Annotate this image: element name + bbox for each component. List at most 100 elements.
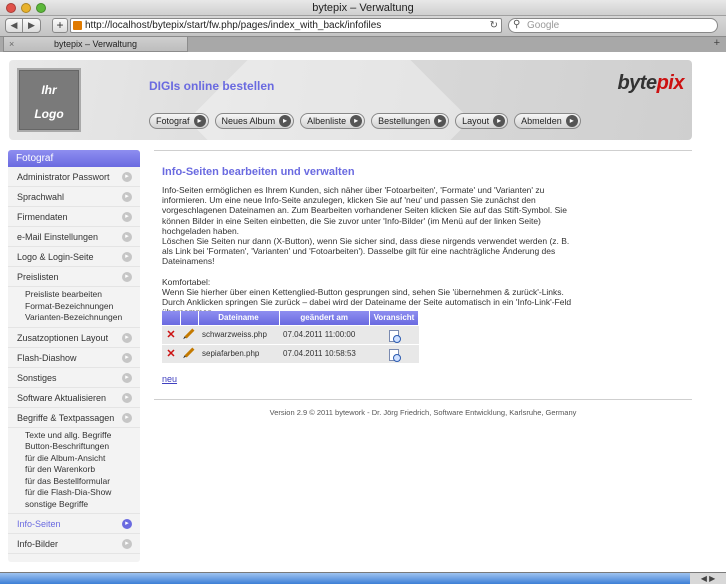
brand-text-b: pix <box>656 72 685 94</box>
delete-icon[interactable]: ✕ <box>166 329 175 341</box>
menu-button-neues-album[interactable]: Neues Album <box>214 113 295 129</box>
sidebar-item-label: Zusatzoptionen Layout <box>17 332 109 343</box>
sidebar-item-4[interactable]: Logo & Login-Seite ▸ <box>8 247 140 267</box>
sidebar-item-2[interactable]: Firmendaten ▸ <box>8 207 140 227</box>
minimize-window-button[interactable] <box>21 3 31 13</box>
preview-cell <box>369 343 419 363</box>
sidebar-item-7[interactable]: Flash-Diashow ▸ <box>8 348 140 368</box>
sidebar-item-1[interactable]: Sprachwahl ▸ <box>8 187 140 207</box>
menu-button-layout[interactable]: Layout <box>455 113 509 129</box>
browser-toolbar: ◀ ▶ + http://localhost/bytepix/start/fw.… <box>0 16 726 36</box>
menu-button-albenliste[interactable]: Albenliste <box>300 113 366 129</box>
arrow-right-icon: ▸ <box>122 519 132 529</box>
menu-button-bestellungen[interactable]: Bestellungen <box>371 113 450 129</box>
logo-line1: Ihr <box>41 83 57 97</box>
sidebar-item-5[interactable]: Preislisten ▸ <box>8 267 140 287</box>
pencil-icon[interactable] <box>184 347 194 358</box>
site-header: Ihr Logo DIGIs online bestellen bytepix … <box>9 60 692 140</box>
bottom-divider <box>154 399 692 400</box>
sidebar-item-12[interactable]: Info-Bilder ▸ <box>8 534 140 554</box>
sidebar-item-label: e-Mail Einstellungen <box>17 232 99 242</box>
sidebar-subitems[interactable]: Texte und allg. Begriffe Button-Beschrif… <box>8 428 140 514</box>
edit-cell <box>180 324 198 344</box>
table-row: ✕ schwarzweiss.php 07.04.2011 11:00:00 <box>162 324 419 344</box>
sidebar-items: Administrator Passwort ▸ Sprachwahl ▸ Firmen… <box>8 167 140 554</box>
page-content: Ihr Logo DIGIs online bestellen bytepix … <box>0 52 726 572</box>
edit-cell <box>180 343 198 363</box>
sidebar-item-label: Firmendaten <box>17 212 68 222</box>
filename-cell: sepiafarben.php <box>198 343 280 363</box>
table-row: ✕ sepiafarben.php 07.04.2011 10:58:53 <box>162 343 419 363</box>
arrow-right-icon: ▸ <box>122 172 132 182</box>
date-cell: 07.04.2011 10:58:53 <box>279 343 370 363</box>
add-bookmark-button[interactable]: + <box>52 18 68 33</box>
arrow-right-icon: ▸ <box>122 232 132 242</box>
browser-tab[interactable]: × bytepix – Verwaltung <box>3 37 188 52</box>
table-header-cell: Voransicht <box>369 311 420 325</box>
sidebar-subitems[interactable]: Preisliste bearbeiten Format-Bezeichnung… <box>8 287 140 328</box>
pencil-icon[interactable] <box>184 328 194 339</box>
search-placeholder: Google <box>527 20 560 31</box>
table-header-cell: Dateiname <box>198 311 280 325</box>
sidebar: Fotograf Administrator Passwort ▸ Sprachwa… <box>8 150 140 562</box>
arrow-right-icon: ▸ <box>122 252 132 262</box>
tab-close-icon[interactable]: × <box>9 37 14 51</box>
arrow-right-icon: ▸ <box>122 539 132 549</box>
arrow-right-icon: ▸ <box>122 212 132 222</box>
delete-cell: ✕ <box>162 343 180 363</box>
tab-title: bytepix – Verwaltung <box>53 39 138 49</box>
arrow-right-icon: ▸ <box>122 352 132 363</box>
logo-line2: Logo <box>34 107 64 121</box>
sidebar-item-label: Preislisten <box>17 272 59 282</box>
status-bar-controls[interactable]: ◀ ▶ <box>690 573 726 584</box>
new-tab-button[interactable]: + <box>714 37 720 49</box>
sidebar-item-label: Logo & Login-Seite <box>17 252 94 262</box>
preview-cell <box>369 324 419 344</box>
sidebar-item-6[interactable]: Zusatzoptionen Layout ▸ <box>8 328 140 348</box>
sidebar-item-9[interactable]: Software Aktualisieren ▸ <box>8 388 140 408</box>
arrow-right-icon: ▸ <box>122 192 132 202</box>
date-cell: 07.04.2011 11:00:00 <box>279 324 370 344</box>
page-title: Info-Seiten bearbeiten und verwalten <box>162 166 355 178</box>
window-titlebar: bytepix – Verwaltung <box>0 0 726 16</box>
brand-text-a: byte <box>617 72 657 94</box>
table-header-cell: geändert am <box>279 311 370 325</box>
brand-logo: bytepix <box>617 72 684 95</box>
filename-cell: schwarzweiss.php <box>198 324 280 344</box>
sidebar-item-0[interactable]: Administrator Passwort ▸ <box>8 167 140 187</box>
top-divider <box>154 150 692 151</box>
back-button[interactable]: ◀ <box>5 18 23 33</box>
delete-cell: ✕ <box>162 324 180 344</box>
close-window-button[interactable] <box>6 3 16 13</box>
table-header-row: Dateiname geändert am Voransicht <box>162 311 420 325</box>
sidebar-item-label: Software Aktualisieren <box>17 392 107 403</box>
preview-icon[interactable] <box>388 329 401 343</box>
logo-placeholder: Ihr Logo <box>17 68 81 132</box>
infofiles-table: Dateiname geändert am Voransicht ✕ schwarzw… <box>162 311 420 363</box>
sidebar-item-3[interactable]: e-Mail Einstellungen ▸ <box>8 227 140 247</box>
status-bar: ◀ ▶ <box>0 572 726 584</box>
preview-icon[interactable] <box>388 348 401 362</box>
table-header-cell <box>180 311 199 325</box>
new-page-link[interactable]: neu <box>162 374 177 384</box>
sidebar-item-label: Begriffe & Textpassagen <box>17 412 115 423</box>
sidebar-item-10[interactable]: Begriffe & Textpassagen ▸ <box>8 408 140 428</box>
sidebar-item-label: Info-Bilder <box>17 539 59 549</box>
reload-icon[interactable]: ↻ <box>490 19 498 32</box>
menu-button-abmelden[interactable]: Abmelden <box>514 113 581 129</box>
sidebar-item-8[interactable]: Sonstiges ▸ <box>8 368 140 388</box>
delete-icon[interactable]: ✕ <box>166 348 175 360</box>
sidebar-item-11[interactable]: Info-Seiten ▸ <box>8 514 140 534</box>
search-icon: ⚲ <box>513 19 521 30</box>
forward-button[interactable]: ▶ <box>23 18 41 33</box>
sidebar-item-label: Info-Seiten <box>17 519 61 529</box>
arrow-right-icon: ▸ <box>122 332 132 343</box>
arrow-right-icon: ▸ <box>122 272 132 282</box>
order-link[interactable]: DIGIs online bestellen <box>149 79 274 93</box>
sidebar-item-label: Sonstiges <box>17 372 57 383</box>
table-body: ✕ schwarzweiss.php 07.04.2011 11:00:00 ✕ sep… <box>162 324 419 363</box>
search-input[interactable]: ⚲ Google <box>508 18 718 33</box>
zoom-window-button[interactable] <box>36 3 46 13</box>
menu-button-fotograf[interactable]: Fotograf <box>149 113 209 129</box>
url-field[interactable]: http://localhost/bytepix/start/fw.php/pa… <box>70 18 502 33</box>
